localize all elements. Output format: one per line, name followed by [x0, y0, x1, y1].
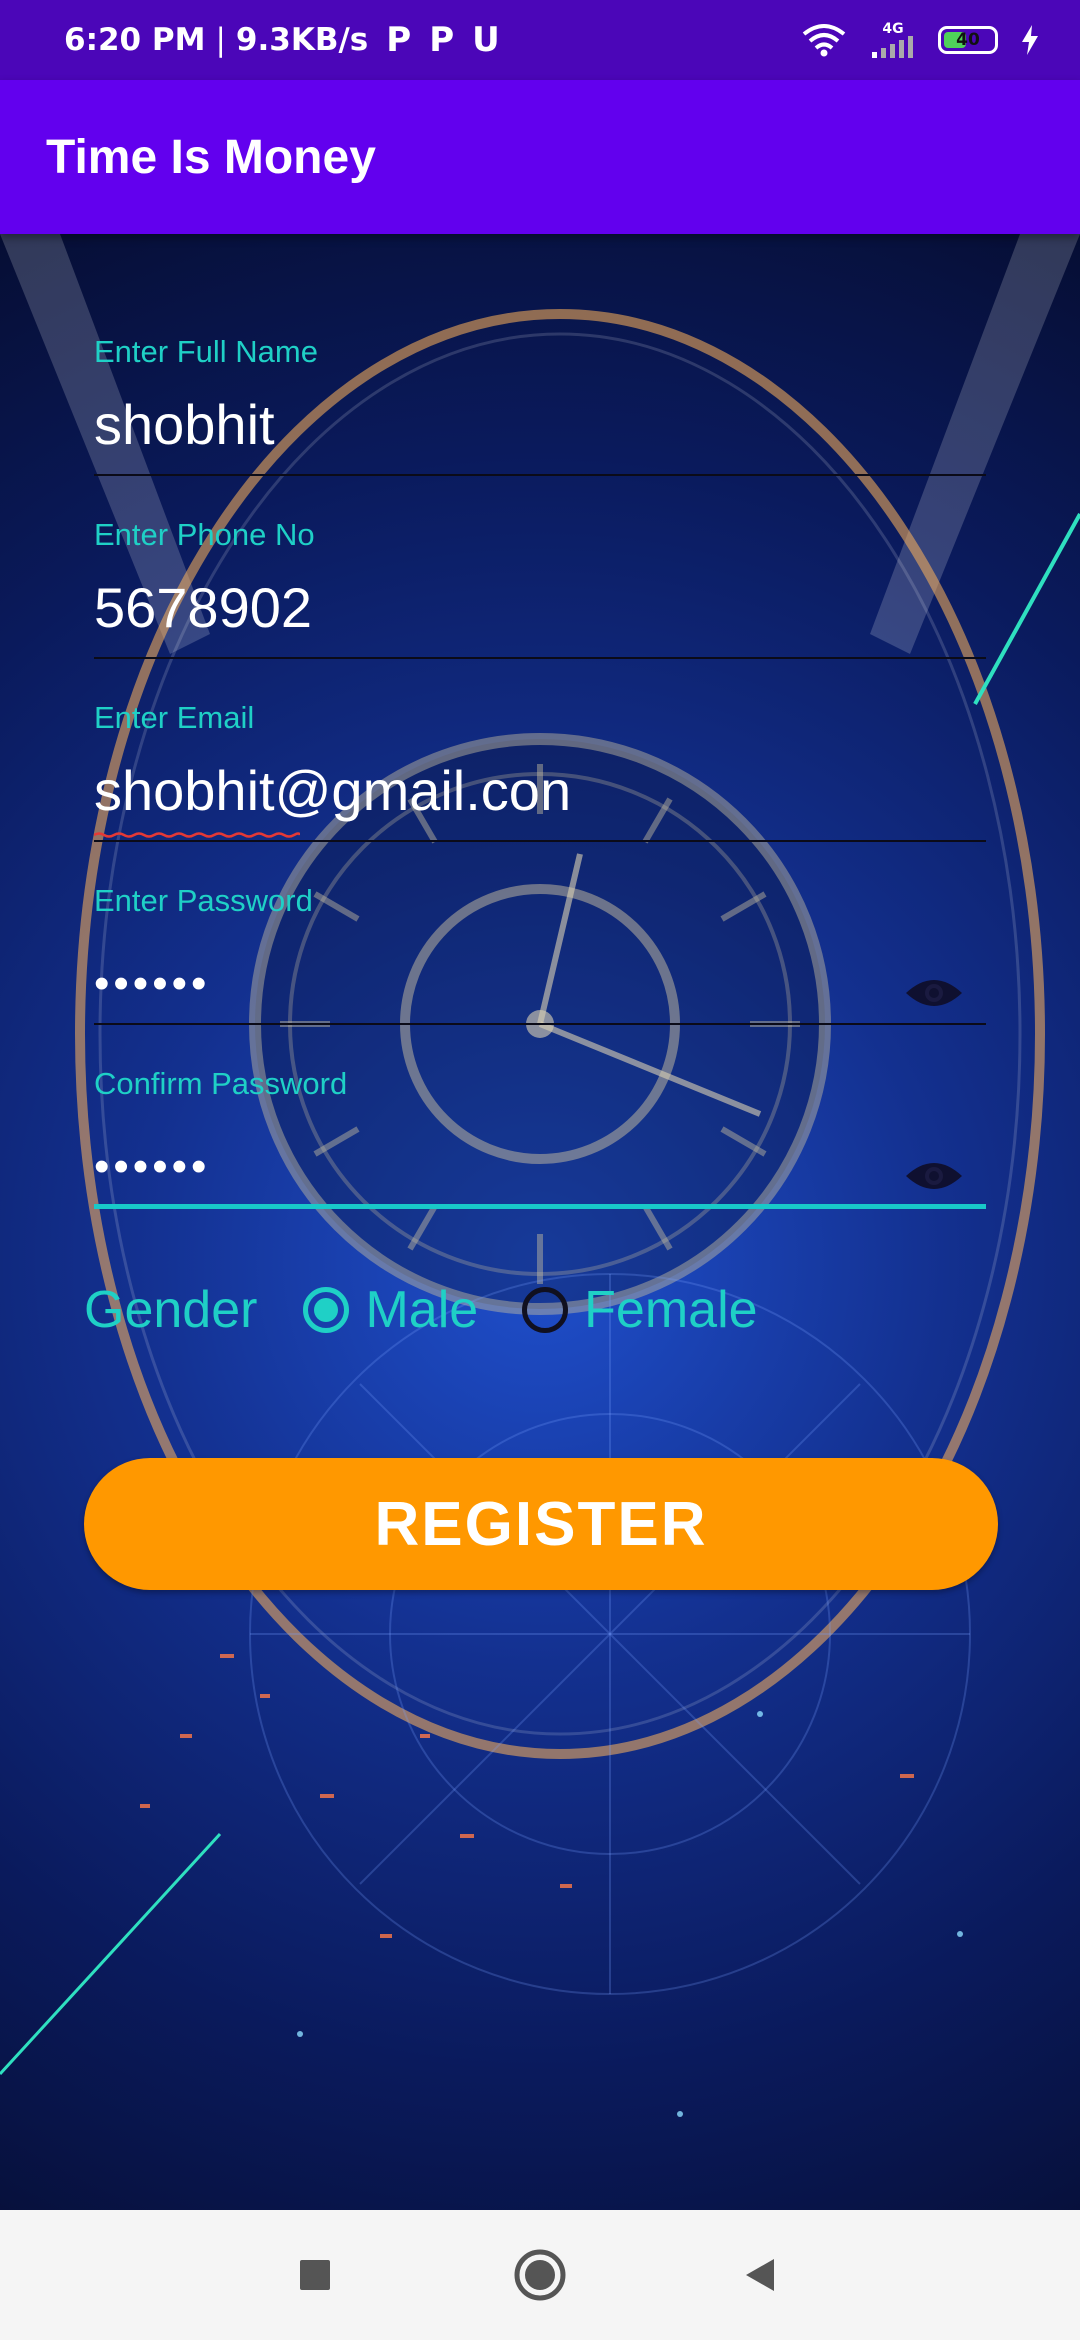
- home-button[interactable]: [505, 2240, 575, 2310]
- password-field[interactable]: Enter Password: [94, 883, 986, 1066]
- gender-label: Gender: [84, 1281, 258, 1339]
- confirm-password-input[interactable]: [94, 1142, 894, 1192]
- status-speed: 9.3KB/s: [235, 22, 369, 58]
- full-name-underline: [94, 474, 986, 476]
- phone-label: Enter Phone No: [94, 517, 315, 552]
- app-bar: Time Is Money: [0, 80, 1080, 234]
- home-icon: [514, 2249, 566, 2301]
- confirm-password-visibility-icon[interactable]: [904, 1158, 964, 1194]
- phone-input[interactable]: [94, 575, 894, 640]
- password-input[interactable]: [94, 959, 894, 1009]
- notification-p-icon: P: [386, 20, 412, 60]
- confirm-password-underline: [94, 1204, 986, 1209]
- battery-level: 40: [956, 30, 980, 50]
- password-visibility-icon[interactable]: [904, 975, 964, 1011]
- status-left: 6:20 PM | 9.3KB/s P P U: [64, 20, 500, 60]
- email-label: Enter Email: [94, 700, 255, 735]
- app-title: Time Is Money: [46, 130, 376, 184]
- email-field[interactable]: Enter Email: [94, 700, 986, 883]
- confirm-password-field[interactable]: Confirm Password: [94, 1066, 986, 1249]
- navigation-bar: [0, 2210, 1080, 2340]
- status-bar: 6:20 PM | 9.3KB/s P P U 4G 40: [0, 0, 1080, 80]
- full-name-field[interactable]: Enter Full Name: [94, 334, 986, 517]
- radio-checked-icon[interactable]: [303, 1287, 350, 1333]
- status-separator: |: [215, 22, 226, 58]
- recent-apps-button[interactable]: [280, 2240, 350, 2310]
- back-icon: [746, 2259, 774, 2291]
- gender-radio-male[interactable]: Male: [303, 1280, 478, 1340]
- phone-field[interactable]: Enter Phone No: [94, 517, 986, 700]
- password-underline: [94, 1023, 986, 1025]
- full-name-input[interactable]: [94, 392, 894, 457]
- full-name-label: Enter Full Name: [94, 334, 318, 369]
- notification-p-icon: P: [429, 20, 455, 60]
- phone-underline: [94, 657, 986, 659]
- gender-radio-female[interactable]: Female: [522, 1280, 758, 1340]
- confirm-password-label: Confirm Password: [94, 1066, 348, 1101]
- network-type: 4G: [882, 21, 904, 37]
- gender-group: Gender Male Female: [84, 1270, 802, 1350]
- gender-male-label[interactable]: Male: [365, 1280, 478, 1340]
- radio-unchecked-icon[interactable]: [522, 1287, 569, 1333]
- notification-u-icon: U: [472, 20, 500, 60]
- status-right: 4G 40: [800, 22, 1040, 58]
- wifi-icon: [802, 24, 846, 57]
- battery-icon: 40: [938, 26, 998, 54]
- back-button[interactable]: [725, 2240, 795, 2310]
- email-input[interactable]: [94, 758, 894, 823]
- password-label: Enter Password: [94, 883, 313, 918]
- signal-icon: [872, 36, 913, 58]
- register-button[interactable]: REGISTER: [84, 1458, 998, 1590]
- email-underline: [94, 840, 986, 842]
- gender-female-label[interactable]: Female: [584, 1280, 757, 1340]
- spellcheck-underline: [94, 832, 300, 838]
- status-time: 6:20 PM: [64, 22, 206, 58]
- recent-apps-icon: [300, 2260, 330, 2290]
- charging-icon: [1022, 25, 1038, 55]
